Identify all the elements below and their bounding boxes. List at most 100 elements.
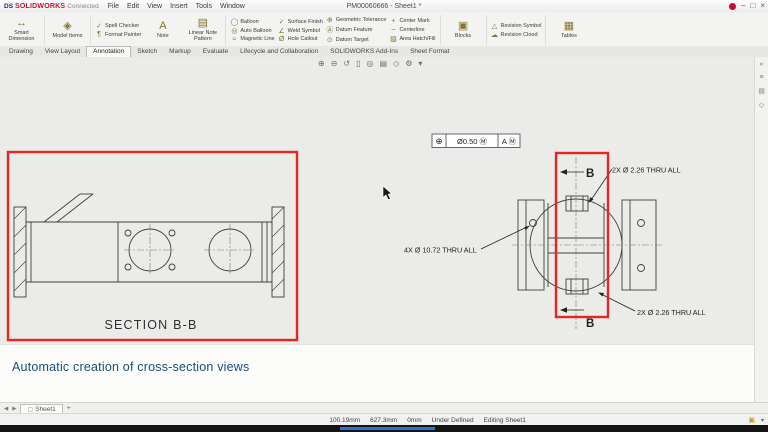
hide-show-icon[interactable]: ◇ (393, 59, 399, 68)
status-sheet-icon[interactable]: ▣ (748, 416, 755, 424)
weld-symbol-icon: ∠ (278, 27, 286, 35)
collapse-pane-icon[interactable]: « (760, 61, 764, 68)
add-sheet-button[interactable]: + (67, 405, 71, 412)
sheet-prev-icon[interactable]: ◀ (4, 406, 8, 412)
hole-callout-icon: Ø (278, 36, 286, 43)
ribbon-button-center-mark[interactable]: + Center Mark (389, 18, 435, 25)
status-editing-mode: Editing Sheet1 (484, 417, 526, 424)
dimension-bottom[interactable]: 2X Ø 2.26 THRU ALL (637, 308, 706, 317)
status-definition-state: Under Defined (432, 417, 474, 424)
video-timeline-bar (0, 425, 768, 432)
view-settings-icon[interactable]: ⚙ (405, 59, 412, 68)
view-orientation-icon[interactable]: ◎ (367, 59, 374, 68)
document-title: PM00060666 - Sheet1 * (347, 3, 422, 10)
ribbon-separator (545, 15, 546, 45)
tab-sheet-format[interactable]: Sheet Format (404, 47, 455, 57)
ribbon-button-datum-target[interactable]: ⊙ Datum Target (326, 36, 387, 44)
status-x-coordinate: 100.19mm (329, 417, 360, 424)
ribbon-button-linear-note-pattern[interactable]: ▤ Linear Note Pattern (184, 13, 221, 47)
previous-view-icon[interactable]: ↺ (343, 59, 350, 68)
area-hatch-fill-icon: ▨ (389, 35, 397, 43)
section-view-icon[interactable]: ▯ (356, 59, 360, 68)
fcf-datum: A Ⓜ (502, 137, 517, 146)
viewbar-expand-icon[interactable]: ▾ (418, 59, 422, 68)
section-view-label: SECTION B-B (104, 318, 197, 332)
maximize-button[interactable]: □ (750, 2, 755, 10)
graphics-area[interactable]: Automatic creation of cross-section view… (0, 57, 754, 402)
ribbon-button-area-hatch-fill[interactable]: ▨ Area Hatch/Fill (389, 35, 435, 43)
tab-drawing[interactable]: Drawing (3, 47, 39, 57)
annotation-leaders (481, 169, 635, 311)
model-items-icon: ◈ (63, 21, 71, 32)
ribbon-button-magnetic-line[interactable]: ≈ Magnetic Line (230, 36, 274, 43)
video-progress-indicator (340, 427, 435, 430)
highlight-box-section-view (8, 152, 297, 340)
sheet-icon: ▢ (27, 406, 33, 413)
menu-edit[interactable]: Edit (123, 3, 143, 10)
center-mark-icon: + (389, 18, 397, 25)
flange-hatching (14, 207, 284, 291)
menu-view[interactable]: View (143, 3, 166, 10)
feature-control-frame[interactable]: ⊕ Ø0.50 Ⓜ A Ⓜ (432, 134, 520, 148)
ribbon-button-note[interactable]: A Note (144, 13, 181, 47)
ribbon-separator (486, 15, 487, 45)
ribbon-button-smart-dimension[interactable]: ↔ Smart Dimension (3, 13, 40, 47)
arrowheads (524, 169, 604, 312)
magnetic-line-icon: ≈ (230, 36, 238, 43)
mouse-cursor (383, 186, 392, 200)
tab-sketch[interactable]: Sketch (131, 47, 163, 57)
section-bb-view[interactable] (14, 194, 284, 297)
ribbon-button-weld-symbol[interactable]: ∠ Weld Symbol (278, 27, 323, 35)
dimension-left[interactable]: 4X Ø 10.72 THRU ALL (404, 246, 477, 255)
ribbon-button-spell-checker[interactable]: ✓ Spell Checker (95, 22, 141, 30)
status-z-coordinate: 0mm (407, 417, 421, 424)
ribbon-button-auto-balloon[interactable]: ◎ Auto Balloon (230, 27, 274, 35)
ribbon-button-centerline[interactable]: ┄ Centerline (389, 26, 435, 34)
ribbon-separator (225, 15, 226, 45)
ribbon-button-geometric-tolerance[interactable]: ⊕ Geometric Tolerance (326, 16, 387, 24)
solidworks-window: DS SOLIDWORKS Connected File Edit View I… (0, 0, 768, 432)
status-dropdown-icon[interactable]: ▾ (761, 417, 764, 424)
datum-target-icon: ⊙ (326, 36, 334, 44)
dimension-top[interactable]: 2X Ø 2.26 THRU ALL (612, 166, 681, 175)
ribbon-button-datum-feature[interactable]: Ⓐ Datum Feature (326, 25, 387, 35)
brand-edition: Connected (67, 3, 98, 10)
menu-insert[interactable]: Insert (166, 3, 192, 10)
ribbon-button-hole-callout[interactable]: Ø Hole Callout (278, 36, 323, 43)
menu-window[interactable]: Window (216, 3, 249, 10)
tab-lifecycle-collaboration[interactable]: Lifecycle and Collaboration (234, 47, 324, 57)
ribbon-button-blocks[interactable]: ▣ Blocks (445, 13, 482, 47)
menu-tools[interactable]: Tools (192, 3, 216, 10)
zoom-fit-icon[interactable]: ⊕ (318, 59, 325, 68)
ribbon-button-format-painter[interactable]: ¶ Format Painter (95, 31, 141, 38)
task-pane-icon[interactable]: ≡ (759, 74, 763, 81)
tab-view-layout[interactable]: View Layout (39, 47, 86, 57)
sheet-next-icon[interactable]: ▶ (12, 406, 16, 412)
status-y-coordinate: 627.3mm (370, 417, 397, 424)
tab-solidworks-add-ins[interactable]: SOLIDWORKS Add-Ins (324, 47, 404, 57)
brand-name: SOLIDWORKS (15, 3, 65, 10)
appearances-pane-icon[interactable]: ▤ (758, 87, 765, 95)
centerlines (124, 157, 664, 329)
tab-markup[interactable]: Markup (163, 47, 197, 57)
tab-annotation[interactable]: Annotation (86, 46, 131, 57)
ribbon-button-tables[interactable]: ▦ Tables (550, 13, 587, 47)
close-button[interactable]: × (760, 2, 765, 10)
spell-checker-icon: ✓ (95, 22, 103, 30)
properties-pane-icon[interactable]: ◇ (759, 101, 764, 109)
section-letter-top: B (586, 168, 594, 180)
ribbon-button-revision-cloud[interactable]: ☁ Revision Cloud (491, 31, 542, 39)
drawing-sheet[interactable]: ⊕ Ø0.50 Ⓜ A Ⓜ 2X Ø 2.26 THRU ALL 4X Ø 10… (0, 57, 754, 402)
tab-evaluate[interactable]: Evaluate (197, 47, 234, 57)
user-presence-icon[interactable] (729, 3, 736, 10)
minimize-button[interactable]: – (741, 2, 745, 10)
zoom-window-icon[interactable]: ⊖ (331, 59, 338, 68)
ribbon-button-revision-symbol[interactable]: △ Revision Symbol (491, 22, 542, 30)
menu-file[interactable]: File (104, 3, 123, 10)
ribbon-button-model-items[interactable]: ◈ Model Items (49, 13, 86, 47)
ribbon-button-balloon[interactable]: ◯ Balloon (230, 18, 274, 26)
smart-dimension-icon: ↔ (16, 18, 27, 29)
ribbon-toolbar: ↔ Smart Dimension ◈ Model Items ✓ Spell … (0, 12, 768, 49)
display-style-icon[interactable]: ▤ (380, 59, 388, 68)
ribbon-button-surface-finish[interactable]: ✓ Surface Finish (278, 18, 323, 26)
